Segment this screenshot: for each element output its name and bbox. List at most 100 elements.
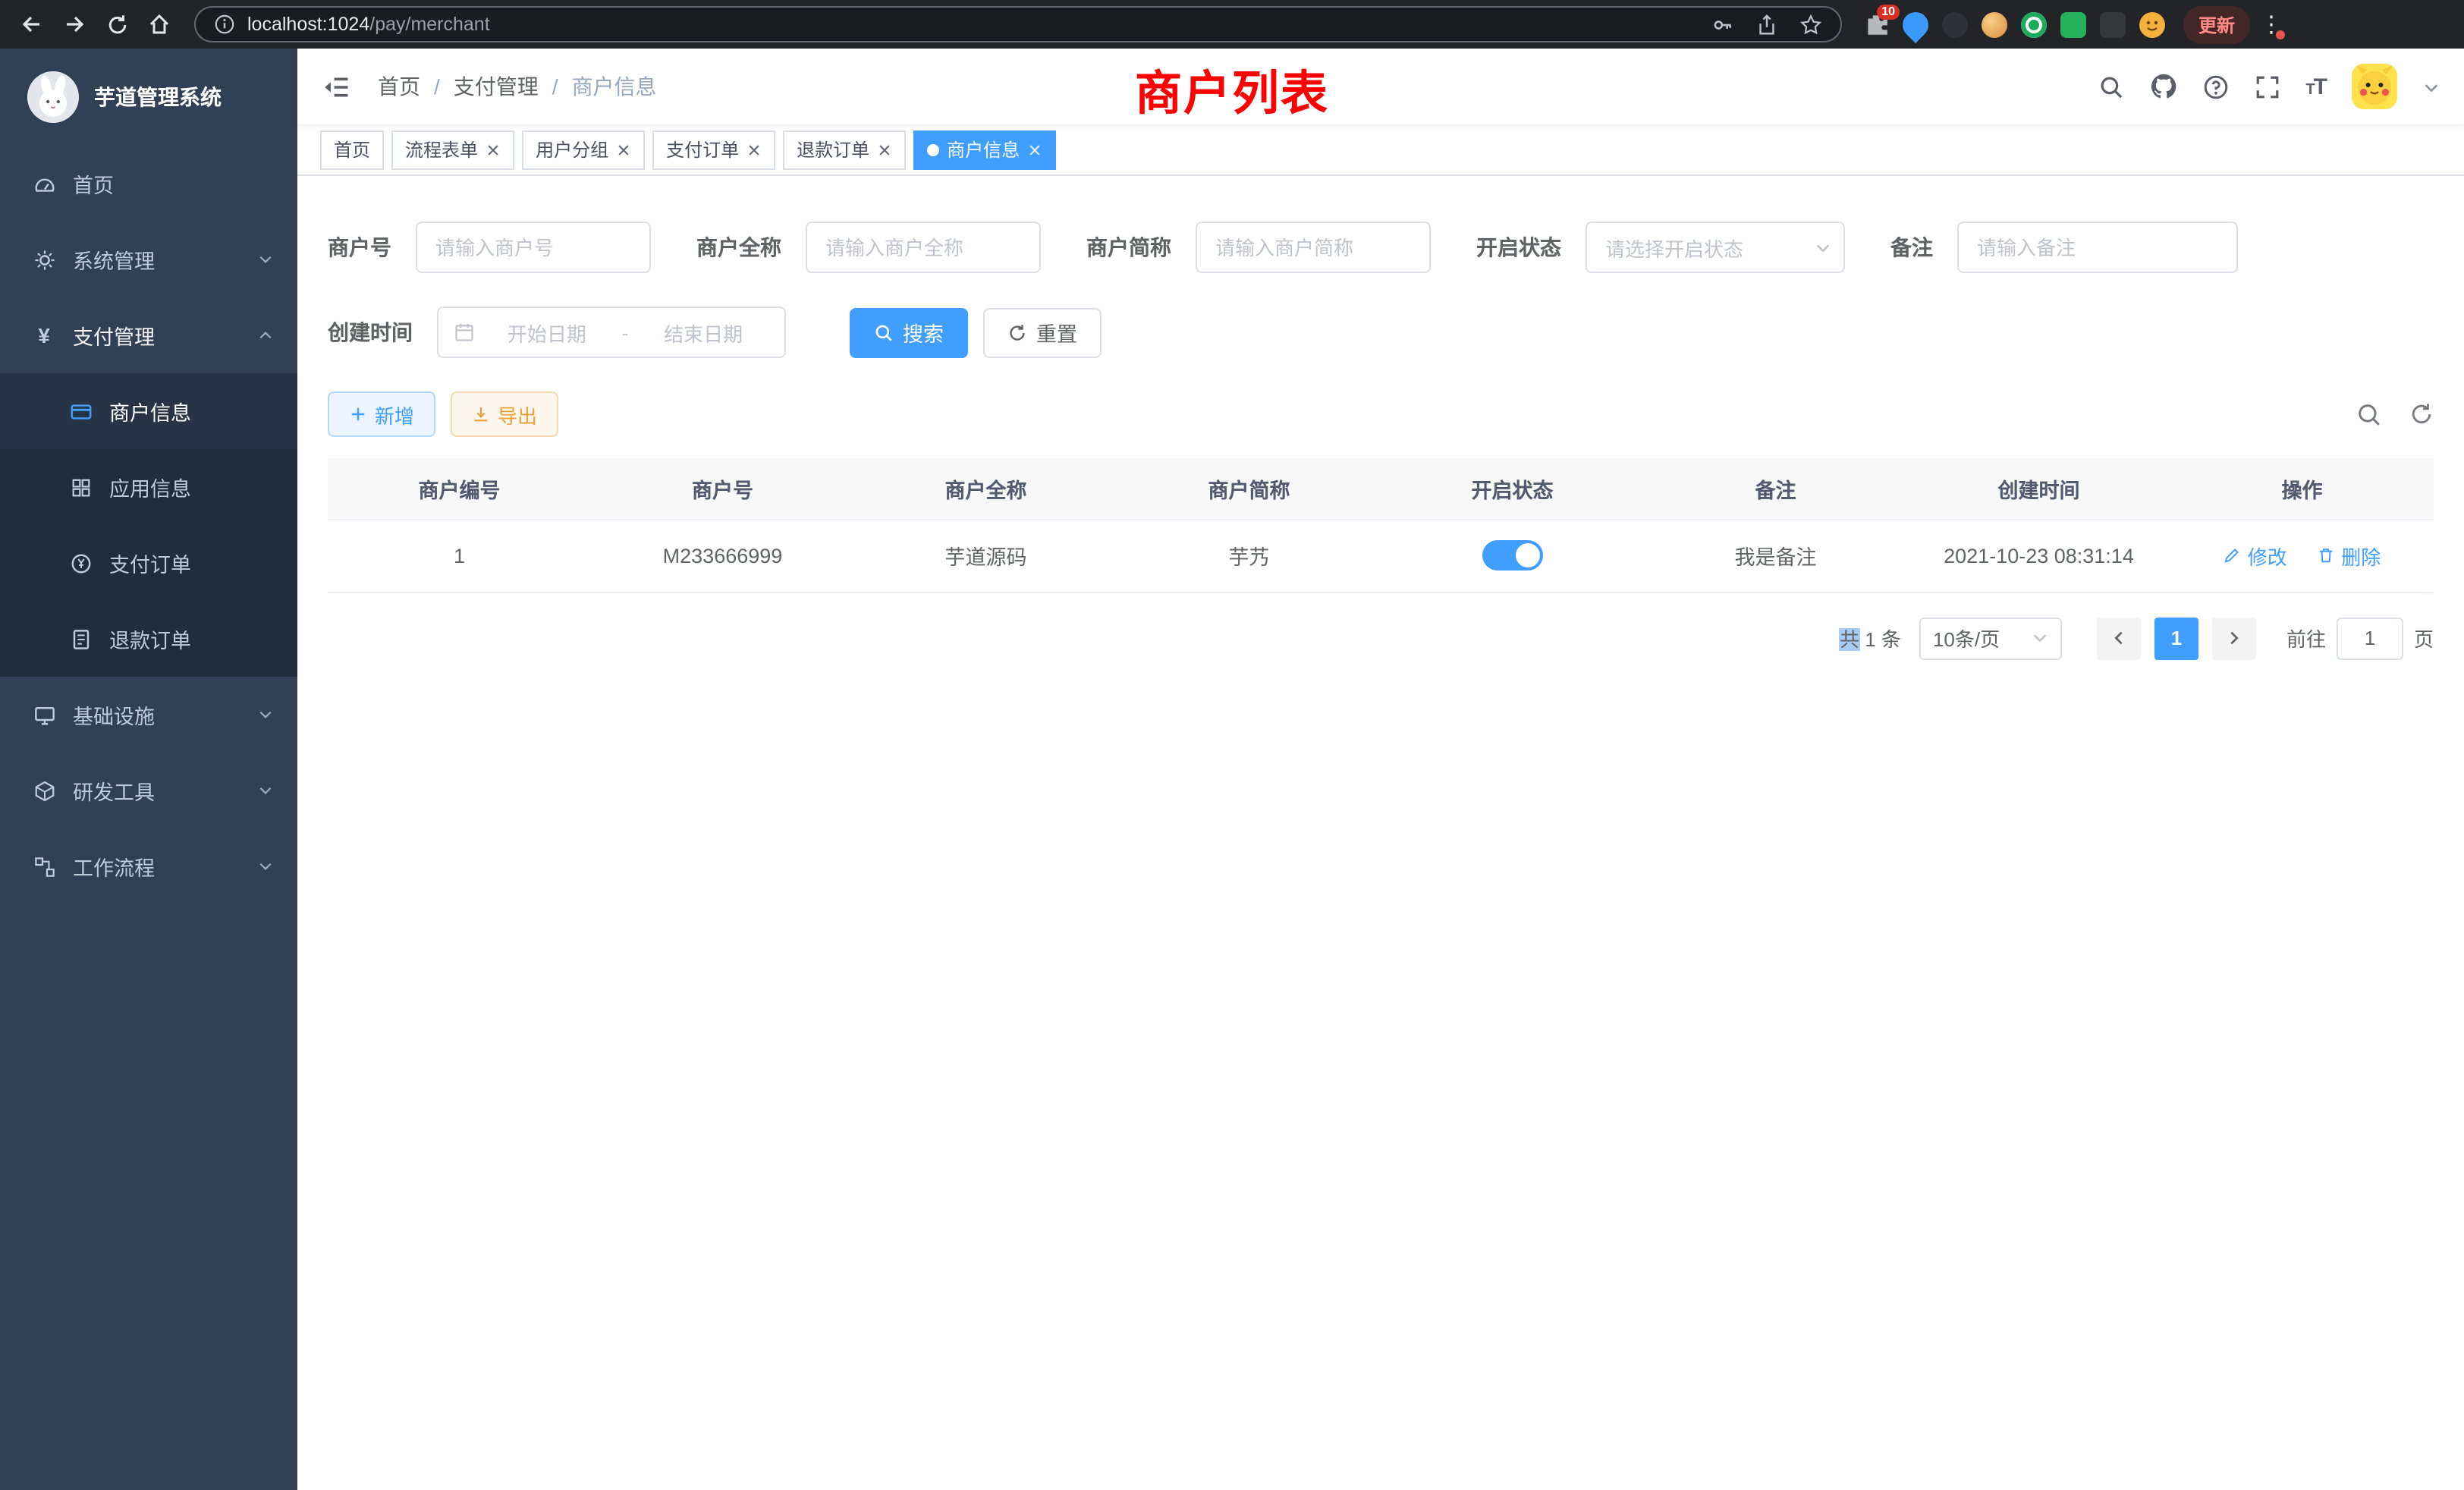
sidebar-item-label: 支付管理 [73, 320, 155, 350]
address-bar[interactable]: localhost:1024/pay/merchant [194, 6, 1842, 42]
chevron-down-icon [258, 783, 273, 798]
app-title: 芋道管理系统 [94, 82, 222, 112]
merchant-no-input[interactable] [416, 222, 651, 273]
tab-payment-order[interactable]: 支付订单 [652, 130, 775, 169]
search-button[interactable]: 搜索 [850, 307, 968, 357]
close-icon[interactable] [616, 142, 631, 157]
extensions-puzzle-icon[interactable]: 10 [1863, 11, 1889, 37]
fullscreen-icon[interactable] [2254, 74, 2280, 99]
create-time-range-picker[interactable]: 开始日期 - 结束日期 [437, 306, 786, 358]
help-icon[interactable] [2202, 74, 2228, 99]
pay-order-icon [67, 552, 94, 574]
tab-merchant-info[interactable]: 商户信息 [913, 130, 1056, 169]
sidebar-item-label: 应用信息 [109, 472, 191, 502]
browser-forward-button[interactable] [55, 5, 94, 44]
sidebar-item-app-info[interactable]: 应用信息 [0, 449, 297, 525]
browser-menu-icon[interactable]: ⋮ [2256, 6, 2286, 42]
sidebar-item-system[interactable]: 系统管理 [0, 222, 297, 297]
font-size-icon[interactable]: TT [2305, 74, 2326, 99]
browser-back-button[interactable] [12, 5, 52, 44]
github-icon[interactable] [2149, 73, 2176, 100]
sidebar-item-payment[interactable]: ¥ 支付管理 [0, 297, 297, 373]
reset-button[interactable]: 重置 [983, 307, 1102, 357]
sidebar-item-merchant-info[interactable]: 商户信息 [0, 373, 297, 449]
cell-create-time: 2021-10-23 08:31:14 [1907, 519, 2170, 592]
site-info-icon[interactable] [214, 14, 235, 35]
refresh-icon [1007, 322, 1027, 342]
tab-refund-order[interactable]: 退款订单 [783, 130, 906, 169]
sidebar-item-refund-order[interactable]: 退款订单 [0, 601, 297, 677]
extension-icon-drop[interactable] [1897, 6, 1934, 42]
password-key-icon[interactable] [1711, 13, 1734, 36]
close-icon[interactable] [486, 142, 501, 157]
page-number-button[interactable]: 1 [2154, 617, 2198, 659]
close-icon[interactable] [1027, 142, 1042, 157]
tab-process-form[interactable]: 流程表单 [391, 130, 514, 169]
share-icon[interactable] [1755, 13, 1778, 36]
browser-home-button[interactable] [140, 5, 179, 44]
breadcrumb-current: 商户信息 [572, 71, 657, 102]
status-label: 开启状态 [1476, 232, 1561, 262]
cell-full-name: 芋道源码 [854, 519, 1117, 592]
breadcrumb-payment[interactable]: 支付管理 [454, 71, 539, 102]
next-page-button[interactable] [2212, 617, 2256, 659]
date-end-placeholder[interactable]: 结束日期 [637, 318, 769, 347]
active-tab-dot [927, 143, 939, 156]
header-search-icon[interactable] [2098, 74, 2123, 99]
table-refresh-icon[interactable] [2409, 402, 2434, 426]
sidebar-item-payment-order[interactable]: 支付订单 [0, 525, 297, 601]
browser-reload-button[interactable] [97, 5, 137, 44]
sidebar-item-infrastructure[interactable]: 基础设施 [0, 677, 297, 753]
app-logo[interactable]: 芋道管理系统 [0, 49, 297, 146]
goto-page-input[interactable] [2337, 617, 2403, 659]
full-name-input[interactable] [806, 222, 1041, 273]
page-content: 商户号 商户全称 商户简称 开启状态 请选择开启状态 [297, 176, 2464, 1490]
workflow-icon [30, 855, 58, 878]
col-remark: 备注 [1644, 458, 1907, 519]
logo-avatar [27, 71, 79, 123]
sidebar-toggle-icon[interactable] [322, 72, 350, 101]
col-merchant-id: 商户编号 [328, 458, 591, 519]
export-button[interactable]: 导出 [451, 391, 558, 437]
prev-page-button[interactable] [2097, 617, 2141, 659]
sidebar-item-home[interactable]: 首页 [0, 146, 297, 222]
delete-link[interactable]: 删除 [2317, 541, 2381, 570]
extension-icon-orange-avatar[interactable] [1982, 11, 2007, 37]
edit-link[interactable]: 修改 [2224, 541, 2287, 570]
breadcrumb: 首页 / 支付管理 / 商户信息 [378, 71, 657, 102]
user-avatar[interactable] [2352, 64, 2397, 109]
status-toggle[interactable] [1482, 540, 1543, 571]
bookmark-star-icon[interactable] [1799, 13, 1822, 36]
page-size-select[interactable]: 10条/页 [1919, 617, 2062, 659]
browser-update-button[interactable]: 更新 [2183, 5, 2250, 43]
sidebar-item-workflow[interactable]: 工作流程 [0, 828, 297, 904]
sidebar-item-dev-tools[interactable]: 研发工具 [0, 753, 297, 828]
sidebar: 芋道管理系统 首页 系统管理 ¥ 支付管理 [0, 49, 297, 1490]
extension-icon-green-square[interactable] [2060, 11, 2086, 37]
extension-icon-green-circle[interactable] [2021, 11, 2047, 37]
add-button[interactable]: 新增 [328, 391, 435, 437]
extension-icon-dark-pin[interactable] [2100, 11, 2126, 37]
sidebar-item-label: 系统管理 [73, 244, 155, 275]
table-search-toggle-icon[interactable] [2356, 401, 2382, 427]
goto-unit: 页 [2414, 624, 2434, 652]
goto-label: 前往 [2286, 624, 2326, 652]
tab-user-group[interactable]: 用户分组 [522, 130, 645, 169]
extension-icon-dark-circle[interactable] [1942, 11, 1968, 37]
remark-input[interactable] [1957, 222, 2238, 273]
close-icon[interactable] [877, 142, 892, 157]
cell-merchant-no: M233666999 [591, 519, 854, 592]
chevron-up-icon [258, 328, 273, 343]
date-start-placeholder[interactable]: 开始日期 [481, 318, 613, 347]
tab-home[interactable]: 首页 [320, 130, 384, 169]
close-icon[interactable] [746, 142, 762, 157]
status-select[interactable]: 请选择开启状态 [1586, 222, 1845, 273]
extension-icon-smiley[interactable] [2139, 11, 2165, 37]
short-name-input[interactable] [1196, 222, 1431, 273]
extensions-area: 10 [1863, 11, 2165, 37]
sidebar-item-label: 支付订单 [109, 548, 191, 578]
avatar-caret-down-icon[interactable] [2423, 78, 2440, 95]
col-create-time: 创建时间 [1907, 458, 2170, 519]
breadcrumb-home[interactable]: 首页 [378, 71, 420, 102]
breadcrumb-separator: / [434, 74, 440, 99]
